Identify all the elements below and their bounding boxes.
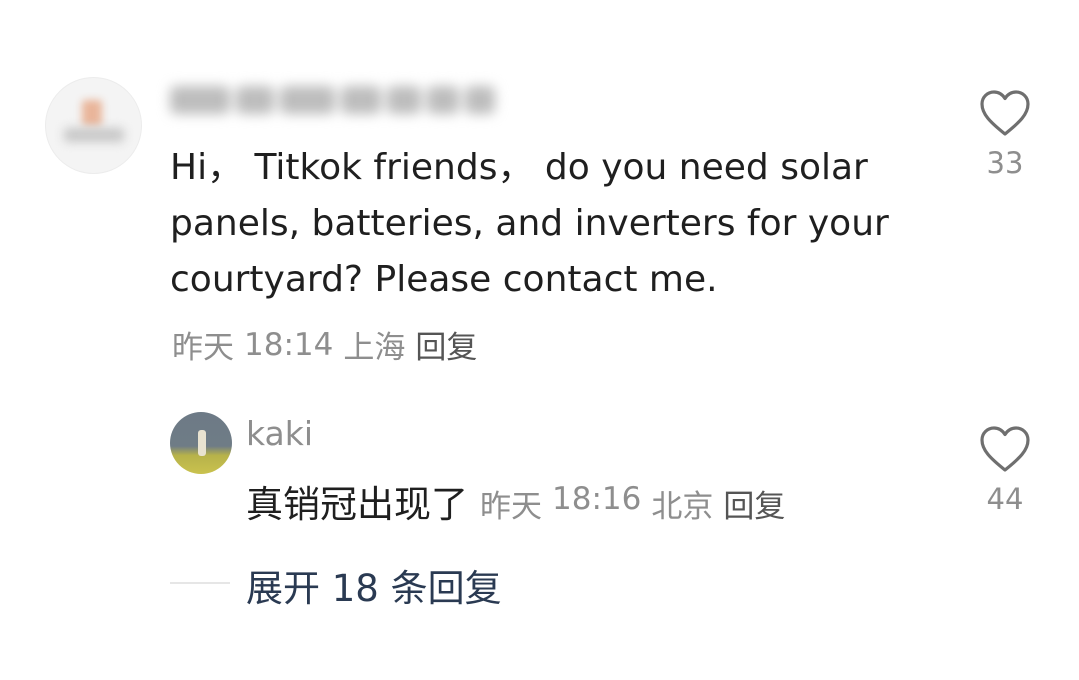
comment-location: 上海 bbox=[343, 330, 406, 366]
expand-divider bbox=[170, 582, 230, 584]
reply-date: 昨天 bbox=[480, 489, 542, 525]
reply-meta: 昨天 18:16 北京 回复 bbox=[480, 481, 785, 526]
reply-reply-button[interactable]: 回复 bbox=[723, 481, 785, 526]
expand-replies-button[interactable]: 展开 18 条回复 bbox=[246, 558, 502, 612]
comment-time: 18:14 bbox=[244, 326, 334, 363]
heart-icon[interactable] bbox=[978, 88, 1032, 138]
reply-avatar[interactable] bbox=[170, 412, 232, 474]
reply-location: 北京 bbox=[651, 489, 714, 525]
username-blurred[interactable] bbox=[170, 82, 504, 118]
comment-meta: 昨天 18:14 上海 回复 bbox=[172, 322, 477, 367]
comment-text: Hi， Titkok friends， do you need solar pa… bbox=[170, 147, 889, 300]
like-count: 33 bbox=[986, 146, 1024, 180]
like-count: 44 bbox=[986, 482, 1024, 516]
heart-icon[interactable] bbox=[978, 424, 1032, 474]
comment-thread: Hi， Titkok friends， do you need solar pa… bbox=[0, 0, 1079, 680]
reply-body: 真销冠出现了 昨天 18:16 北京 回复 bbox=[246, 474, 785, 528]
reply-text: 真销冠出现了 bbox=[246, 483, 468, 526]
comment-like[interactable]: 33 bbox=[975, 88, 1035, 180]
reply-time: 18:16 bbox=[552, 481, 642, 517]
avatar[interactable] bbox=[45, 77, 142, 174]
comment-date: 昨天 bbox=[172, 330, 234, 366]
reply-button[interactable]: 回复 bbox=[415, 322, 477, 367]
reply-username[interactable]: kaki bbox=[246, 414, 313, 453]
reply-like[interactable]: 44 bbox=[975, 424, 1035, 516]
